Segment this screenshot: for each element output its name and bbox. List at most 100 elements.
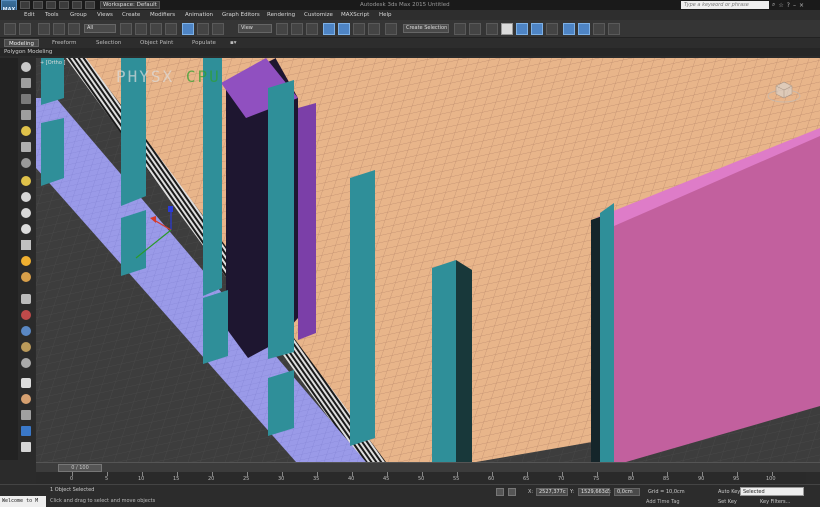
select-manipulate-button[interactable] bbox=[291, 23, 303, 35]
workspace-selector[interactable]: Workspace: Default bbox=[100, 1, 160, 9]
menu-edit[interactable]: Edit bbox=[24, 10, 35, 20]
tab-object-paint[interactable]: Object Paint bbox=[136, 39, 177, 47]
snaps-toggle-button[interactable] bbox=[323, 23, 335, 35]
cone-icon[interactable] bbox=[21, 240, 31, 250]
window-crossing-button[interactable] bbox=[165, 23, 177, 35]
binoculars-icon[interactable]: ⌕ bbox=[772, 1, 775, 9]
tab-populate[interactable]: Populate bbox=[188, 39, 220, 47]
render-setup-button[interactable] bbox=[578, 23, 590, 35]
select-link-button[interactable] bbox=[38, 23, 50, 35]
tools-icon[interactable] bbox=[21, 394, 31, 404]
save-file-icon[interactable] bbox=[46, 1, 56, 9]
edit-named-selection-button[interactable] bbox=[385, 23, 397, 35]
close-icon[interactable]: × bbox=[799, 2, 804, 9]
open-file-icon[interactable] bbox=[33, 1, 43, 9]
layer-manager-button[interactable] bbox=[501, 23, 513, 35]
selection-filter-select[interactable]: All bbox=[84, 24, 116, 33]
scene-explorer-button[interactable] bbox=[486, 23, 498, 35]
sun-icon[interactable] bbox=[21, 256, 31, 266]
schematic-view-button[interactable] bbox=[546, 23, 558, 35]
utility-icon[interactable] bbox=[21, 378, 31, 388]
redo-icon[interactable] bbox=[72, 1, 82, 9]
help-icon[interactable]: ? bbox=[787, 2, 790, 9]
new-file-icon[interactable] bbox=[20, 1, 30, 9]
key-filters-button[interactable]: Key Filters... bbox=[760, 499, 790, 505]
ribbon-options-icon[interactable]: ▪▾ bbox=[226, 39, 241, 47]
physx-tool-icon[interactable] bbox=[21, 310, 31, 320]
menu-tools[interactable]: Tools bbox=[45, 10, 59, 20]
tab-selection[interactable]: Selection bbox=[92, 39, 125, 47]
brush-icon[interactable] bbox=[21, 342, 31, 352]
tab-freeform[interactable]: Freeform bbox=[48, 39, 81, 47]
rendered-frame-window-button[interactable] bbox=[593, 23, 605, 35]
camera-icon[interactable] bbox=[21, 142, 31, 152]
chain-icon[interactable] bbox=[21, 294, 31, 304]
set-key-button[interactable]: Set Key bbox=[718, 499, 737, 505]
align-button[interactable] bbox=[469, 23, 481, 35]
menu-rendering[interactable]: Rendering bbox=[267, 10, 295, 20]
menu-create[interactable]: Create bbox=[122, 10, 140, 20]
time-slider-track[interactable]: 0 / 100 bbox=[36, 462, 820, 472]
pivot-center-button[interactable] bbox=[276, 23, 288, 35]
menu-graph-editors[interactable]: Graph Editors bbox=[222, 10, 260, 20]
cylinder-icon[interactable] bbox=[21, 208, 31, 218]
select-object-button[interactable] bbox=[120, 23, 132, 35]
angle-snap-button[interactable] bbox=[338, 23, 350, 35]
keyboard-shortcut-toggle[interactable] bbox=[306, 23, 318, 35]
graphite-toggle-button[interactable] bbox=[516, 23, 528, 35]
hierarchy-icon[interactable] bbox=[21, 110, 31, 120]
named-selection-set-select[interactable]: Create Selection Se bbox=[403, 24, 449, 33]
search-input[interactable]: Type a keyword or phrase bbox=[681, 1, 769, 9]
select-move-button[interactable] bbox=[182, 23, 194, 35]
z-coordinate-field[interactable]: 0,0cm bbox=[614, 488, 640, 496]
time-slider[interactable]: 0 / 100 bbox=[58, 464, 102, 472]
globe-icon[interactable] bbox=[21, 326, 31, 336]
project-folder-icon[interactable] bbox=[85, 1, 95, 9]
menu-maxscript[interactable]: MAXScript bbox=[341, 10, 369, 20]
mirror-button[interactable] bbox=[454, 23, 466, 35]
script-icon[interactable] bbox=[21, 426, 31, 436]
sphere-icon[interactable] bbox=[21, 176, 31, 186]
auto-key-button[interactable]: Auto Key bbox=[718, 488, 740, 496]
undo-icon[interactable] bbox=[59, 1, 69, 9]
create-icon[interactable] bbox=[21, 78, 31, 88]
render-production-button[interactable] bbox=[608, 23, 620, 35]
absolute-mode-icon[interactable] bbox=[508, 488, 516, 496]
minimize-icon[interactable]: – bbox=[793, 2, 796, 9]
select-by-name-button[interactable] bbox=[135, 23, 147, 35]
menu-modifiers[interactable]: Modifiers bbox=[150, 10, 175, 20]
material-editor-button[interactable] bbox=[563, 23, 575, 35]
tab-modeling[interactable]: Modeling bbox=[4, 39, 40, 47]
auto-key-select[interactable]: Selected bbox=[740, 487, 804, 496]
perspective-viewport[interactable]: + [Ortho ] PHYSX CPU bbox=[36, 58, 820, 462]
menu-animation[interactable]: Animation bbox=[185, 10, 213, 20]
dots-icon[interactable] bbox=[21, 358, 31, 368]
maxscript-listener-mini[interactable]: Welcome to M bbox=[0, 496, 46, 507]
track-bar[interactable]: 0 5 10 15 20 25 30 35 40 45 50 55 60 65 … bbox=[36, 472, 806, 484]
bind-space-warp-button[interactable] bbox=[68, 23, 80, 35]
reference-coordinate-select[interactable]: View bbox=[238, 24, 272, 33]
x-coordinate-field[interactable]: 2527,377c bbox=[536, 488, 568, 496]
add-time-tag-button[interactable]: Add Time Tag bbox=[646, 499, 680, 505]
select-rotate-button[interactable] bbox=[197, 23, 209, 35]
ribbon-panel-label[interactable]: Polygon Modeling bbox=[0, 48, 820, 56]
menu-views[interactable]: Views bbox=[97, 10, 113, 20]
eye-icon[interactable] bbox=[21, 62, 31, 72]
grid-icon[interactable] bbox=[21, 410, 31, 420]
helper-icon[interactable] bbox=[21, 158, 31, 168]
select-scale-button[interactable] bbox=[212, 23, 224, 35]
torus-icon[interactable] bbox=[21, 224, 31, 234]
menu-help[interactable]: Help bbox=[379, 10, 392, 20]
unlink-button[interactable] bbox=[53, 23, 65, 35]
percent-snap-button[interactable] bbox=[353, 23, 365, 35]
selection-lock-icon[interactable] bbox=[496, 488, 504, 496]
rectangle-selection-button[interactable] bbox=[150, 23, 162, 35]
star-icon[interactable]: ☆ bbox=[778, 2, 783, 9]
box-icon[interactable] bbox=[21, 192, 31, 202]
menu-customize[interactable]: Customize bbox=[304, 10, 333, 20]
curve-editor-button[interactable] bbox=[531, 23, 543, 35]
record-icon[interactable] bbox=[21, 442, 31, 452]
modify-icon[interactable] bbox=[21, 94, 31, 104]
undo-button[interactable] bbox=[4, 23, 16, 35]
spinner-snap-button[interactable] bbox=[368, 23, 380, 35]
